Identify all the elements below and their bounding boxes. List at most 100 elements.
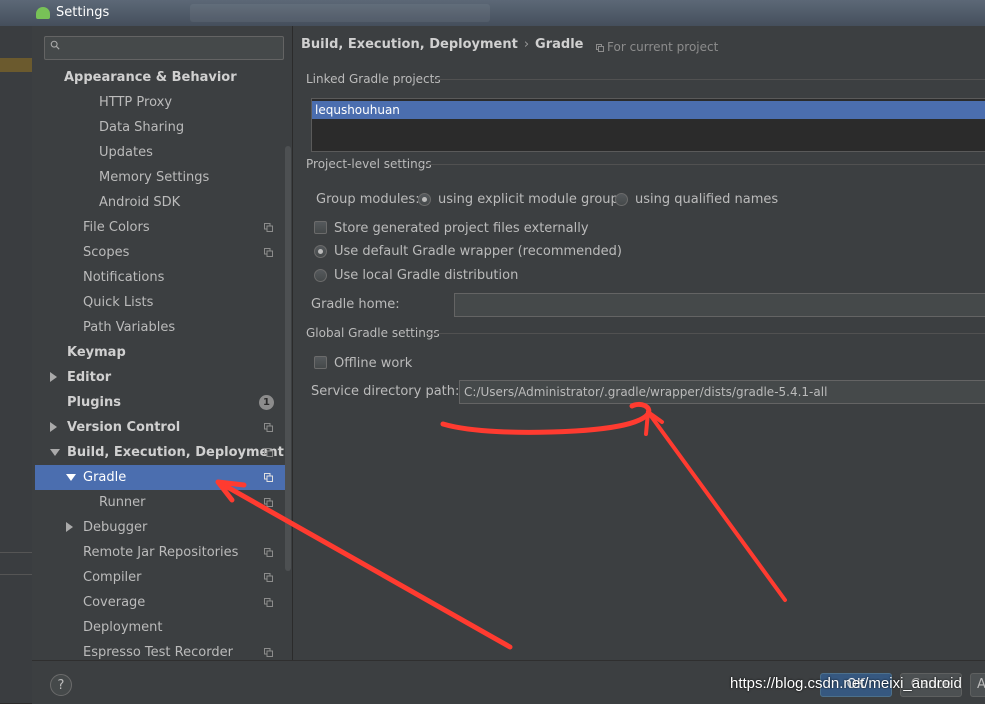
sidebar-item-compiler[interactable]: Compiler xyxy=(35,565,287,590)
background-divider xyxy=(0,574,32,575)
for-current-project-label: For current project xyxy=(607,40,719,54)
sidebar-item-label: Coverage xyxy=(83,595,146,610)
sidebar-item-label: Runner xyxy=(99,495,146,510)
breadcrumb-parent[interactable]: Build, Execution, Deployment xyxy=(301,37,518,52)
project-scope-icon xyxy=(264,598,273,607)
expanded-arrow-icon[interactable] xyxy=(66,474,76,481)
section-divider xyxy=(423,164,985,165)
store-generated-label[interactable]: Store generated project files externally xyxy=(334,221,589,236)
sidebar-item-notifications[interactable]: Notifications xyxy=(35,265,287,290)
sidebar-item-label: Appearance & Behavior xyxy=(64,70,237,85)
offline-work-label[interactable]: Offline work xyxy=(334,356,412,371)
sidebar-item-android-sdk[interactable]: Android SDK xyxy=(35,190,287,215)
window-titlebar: Settings xyxy=(0,0,985,26)
sidebar-item-deployment[interactable]: Deployment xyxy=(35,615,287,640)
sidebar-item-label: Build, Execution, Deployment xyxy=(67,445,284,460)
sidebar-item-build-execution-deployment[interactable]: Build, Execution, Deployment xyxy=(35,440,287,465)
sidebar-item-label: Updates xyxy=(99,145,153,160)
settings-dialog: Appearance & Behavior HTTP Proxy Data Shar… xyxy=(32,26,985,704)
section-divider xyxy=(426,333,985,334)
sidebar-item-appearance-behavior[interactable]: Appearance & Behavior xyxy=(35,65,287,90)
sidebar-item-debugger[interactable]: Debugger xyxy=(35,515,287,540)
background-ide-edge xyxy=(0,26,32,703)
for-current-project: For current project xyxy=(596,40,718,54)
titlebar-background-blur xyxy=(190,4,490,22)
explicit-groups-radio[interactable] xyxy=(418,193,431,206)
sidebar-item-label: Compiler xyxy=(83,570,142,585)
section-divider xyxy=(433,79,985,80)
sidebar-item-label: File Colors xyxy=(83,220,150,235)
sidebar-item-label: Keymap xyxy=(67,345,126,360)
sidebar-item-label: Gradle xyxy=(83,470,127,485)
group-modules-label: Group modules: xyxy=(316,192,420,207)
sidebar-item-updates[interactable]: Updates xyxy=(35,140,287,165)
sidebar-item-memory-settings[interactable]: Memory Settings xyxy=(35,165,287,190)
sidebar-item-file-colors[interactable]: File Colors xyxy=(35,215,287,240)
project-scope-icon xyxy=(264,223,273,232)
android-icon xyxy=(36,7,50,19)
sidebar-item-label: Path Variables xyxy=(83,320,176,335)
explicit-groups-label[interactable]: using explicit module groups xyxy=(438,192,626,207)
sidebar-item-data-sharing[interactable]: Data Sharing xyxy=(35,115,287,140)
gradle-home-field[interactable] xyxy=(454,293,985,317)
background-divider xyxy=(0,552,32,553)
sidebar-item-label: Version Control xyxy=(67,420,181,435)
store-generated-checkbox[interactable] xyxy=(314,221,327,234)
sidebar-item-coverage[interactable]: Coverage xyxy=(35,590,287,615)
sidebar-item-http-proxy[interactable]: HTTP Proxy xyxy=(35,90,287,115)
sidebar-item-label: Debugger xyxy=(83,520,148,535)
project-scope-icon xyxy=(264,573,273,582)
global-settings-title: Global Gradle settings xyxy=(306,326,440,340)
service-directory-field[interactable]: C:/Users/Administrator/.gradle/wrapper/d… xyxy=(459,380,985,404)
sidebar-item-plugins[interactable]: Plugins 1 xyxy=(35,390,287,415)
sidebar-scrollbar[interactable] xyxy=(285,146,291,571)
local-distribution-label[interactable]: Use local Gradle distribution xyxy=(334,268,518,283)
gradle-settings-panel: Build, Execution, Deployment › Gradle For … xyxy=(293,26,985,660)
sidebar-item-scopes[interactable]: Scopes xyxy=(35,240,287,265)
default-wrapper-label[interactable]: Use default Gradle wrapper (recommended) xyxy=(334,244,622,259)
project-level-title: Project-level settings xyxy=(306,157,432,171)
project-scope-icon xyxy=(264,423,273,432)
sidebar-item-version-control[interactable]: Version Control xyxy=(35,415,287,440)
linked-project-row[interactable]: lequshouhuan xyxy=(312,101,985,119)
settings-sidebar: Appearance & Behavior HTTP Proxy Data Shar… xyxy=(35,26,293,660)
sidebar-item-label: Notifications xyxy=(83,270,165,285)
linked-projects-list[interactable]: lequshouhuan xyxy=(311,98,985,152)
project-scope-icon xyxy=(264,548,273,557)
sidebar-item-quick-lists[interactable]: Quick Lists xyxy=(35,290,287,315)
collapsed-arrow-icon[interactable] xyxy=(66,522,73,532)
project-scope-icon xyxy=(264,473,273,482)
breadcrumb-current: Gradle xyxy=(535,37,584,52)
qualified-names-radio[interactable] xyxy=(615,193,628,206)
sidebar-item-label: Remote Jar Repositories xyxy=(83,545,239,560)
plugins-update-badge: 1 xyxy=(259,395,274,410)
qualified-names-label[interactable]: using qualified names xyxy=(635,192,778,207)
project-scope-icon xyxy=(264,498,273,507)
sidebar-item-label: Android SDK xyxy=(99,195,181,210)
gradle-home-label: Gradle home: xyxy=(311,297,400,312)
sidebar-item-runner[interactable]: Runner xyxy=(35,490,287,515)
sidebar-item-label: Editor xyxy=(67,370,112,385)
collapsed-arrow-icon[interactable] xyxy=(50,422,57,432)
breadcrumb-separator: › xyxy=(523,37,530,52)
collapsed-arrow-icon[interactable] xyxy=(50,372,57,382)
search-icon xyxy=(50,40,60,50)
search-input[interactable] xyxy=(67,39,281,57)
default-wrapper-radio[interactable] xyxy=(314,245,327,258)
sidebar-item-keymap[interactable]: Keymap xyxy=(35,340,287,365)
help-button[interactable]: ? xyxy=(50,674,72,696)
apply-button[interactable]: A xyxy=(970,673,985,697)
expanded-arrow-icon[interactable] xyxy=(50,449,60,456)
sidebar-item-editor[interactable]: Editor xyxy=(35,365,287,390)
breadcrumb: Build, Execution, Deployment › Gradle xyxy=(301,37,583,52)
sidebar-item-remote-jar-repositories[interactable]: Remote Jar Repositories xyxy=(35,540,287,565)
sidebar-item-gradle[interactable]: Gradle xyxy=(35,465,287,490)
sidebar-item-path-variables[interactable]: Path Variables xyxy=(35,315,287,340)
local-distribution-radio[interactable] xyxy=(314,269,327,282)
settings-search[interactable] xyxy=(44,36,284,60)
background-stripe xyxy=(0,58,32,72)
sidebar-item-label: Quick Lists xyxy=(83,295,154,310)
offline-work-checkbox[interactable] xyxy=(314,356,327,369)
service-directory-label: Service directory path: xyxy=(311,384,460,399)
sidebar-item-label: Deployment xyxy=(83,620,163,635)
